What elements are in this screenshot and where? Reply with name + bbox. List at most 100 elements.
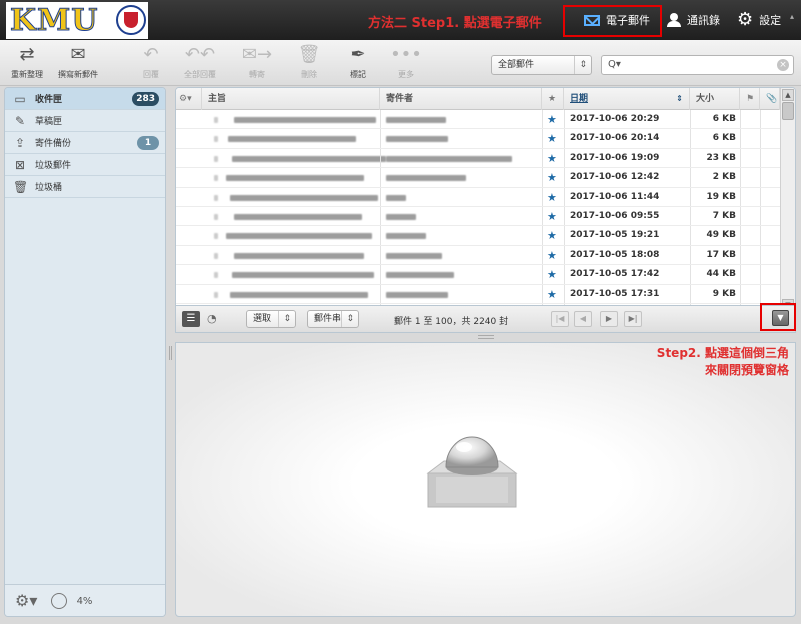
date-cell: 2017-10-06 20:14 <box>570 133 660 144</box>
refresh-button[interactable]: ⇄ 重新整理 <box>2 44 52 80</box>
first-page-icon[interactable]: |◀ <box>551 311 569 327</box>
next-page-icon[interactable]: ▶ <box>600 311 618 327</box>
select-arrows-icon: ⇕ <box>574 56 587 74</box>
select-dropdown[interactable]: 選取 ⇕ <box>246 310 296 328</box>
compose-button[interactable]: ✉ 撰寫新郵件 <box>53 44 103 80</box>
star-icon[interactable]: ★ <box>547 288 557 301</box>
column-divider <box>564 265 565 284</box>
message-list-footer: ☰ ◔ 選取 ⇕ 郵件串 ⇕ 郵件 1 至 100，共 2240 封 |◀ ◀ … <box>175 305 796 333</box>
search-input[interactable]: Q▾ × <box>601 55 794 75</box>
scroll-up-icon[interactable]: ▲ <box>782 89 794 101</box>
column-divider <box>740 148 741 168</box>
size-cell: 7 KB <box>712 210 736 221</box>
reply-button[interactable]: ↶ 回覆 <box>126 44 176 80</box>
unread-dot-icon <box>214 155 218 162</box>
sidebar-footer: ⚙▾ 4% <box>5 584 165 616</box>
from-cell-redacted <box>386 252 442 259</box>
thread-view-icon[interactable]: ◔ <box>207 312 217 325</box>
table-row[interactable]: ★ 2017-10-06 12:42 2 KB <box>176 168 780 188</box>
column-divider <box>760 206 761 226</box>
forward-button[interactable]: ✉→ 轉寄 <box>232 44 282 80</box>
collapse-header-button[interactable]: ▴ <box>790 12 794 21</box>
nav-settings[interactable]: ⚙ 設定 <box>737 11 781 29</box>
folder-junk[interactable]: ⊠ 垃圾郵件 <box>5 154 165 176</box>
subject-cell-redacted <box>232 155 386 162</box>
star-icon[interactable]: ★ <box>547 152 557 165</box>
column-divider <box>380 206 381 226</box>
star-icon[interactable]: ★ <box>547 191 557 204</box>
column-divider <box>760 129 761 148</box>
table-row[interactable]: ★ 2017-10-05 17:42 44 KB <box>176 265 780 285</box>
subject-cell-redacted <box>230 194 378 201</box>
table-row[interactable]: ★ 2017-10-05 17:31 9 KB <box>176 284 780 304</box>
unread-dot-icon <box>214 117 218 123</box>
star-icon[interactable]: ★ <box>547 113 557 126</box>
star-icon[interactable]: ★ <box>547 171 557 184</box>
star-icon[interactable]: ★ <box>547 268 557 281</box>
list-view-icon[interactable]: ☰ <box>182 311 200 327</box>
column-divider <box>542 187 543 206</box>
more-button[interactable]: ••• 更多 <box>381 44 431 80</box>
folder-actions-gear-icon[interactable]: ⚙▾ <box>15 591 37 610</box>
quota-indicator: 4% <box>51 592 92 609</box>
reply-all-button[interactable]: ↶↶ 全部回覆 <box>175 44 225 80</box>
table-row[interactable]: ★ 2017-10-06 11:44 19 KB <box>176 187 780 207</box>
last-page-icon[interactable]: ▶| <box>624 311 642 327</box>
thread-dropdown[interactable]: 郵件串 ⇕ <box>307 310 359 328</box>
column-size[interactable]: 大小 <box>690 88 740 110</box>
table-row[interactable]: ★ 2017-10-06 09:55 7 KB <box>176 206 780 227</box>
star-icon[interactable]: ★ <box>547 132 557 145</box>
nav-mail[interactable]: 電子郵件 <box>584 12 650 28</box>
delete-button[interactable]: 🗑 刪除 <box>284 44 334 80</box>
folder-drafts[interactable]: ✎ 草稿匣 <box>5 110 165 132</box>
folder-inbox[interactable]: ▭ 收件匣 283 <box>5 88 165 110</box>
quota-ring-icon <box>51 592 68 609</box>
star-icon[interactable]: ★ <box>547 229 557 242</box>
column-divider <box>380 187 381 206</box>
trash-icon: 🗑 <box>13 179 29 194</box>
unread-dot-icon <box>214 175 218 182</box>
from-cell-redacted <box>386 194 406 201</box>
folder-trash[interactable]: 🗑 垃圾桶 <box>5 176 165 198</box>
star-icon[interactable]: ★ <box>547 249 557 262</box>
message-list-scrollbar[interactable]: ▲ ▼ <box>780 88 795 312</box>
column-from[interactable]: 寄件者 <box>380 88 542 110</box>
folder-sent[interactable]: ⇪ 寄件備份 1 <box>5 132 165 154</box>
vertical-splitter-handle[interactable] <box>169 346 172 360</box>
pen-icon: ✒ <box>350 44 366 65</box>
prev-page-icon[interactable]: ◀ <box>574 311 592 327</box>
horizontal-splitter-handle[interactable] <box>478 335 494 339</box>
sent-icon: ⇪ <box>14 135 26 150</box>
list-options-gear-icon[interactable]: ⚙▾ <box>176 88 202 110</box>
clear-search-icon[interactable]: × <box>777 59 789 71</box>
table-row[interactable]: ★ 2017-10-05 19:21 49 KB <box>176 226 780 246</box>
table-row[interactable]: ★ 2017-10-06 20:14 6 KB <box>176 129 780 149</box>
unread-dot-icon <box>214 136 218 143</box>
column-divider <box>542 148 543 168</box>
from-cell-redacted <box>386 291 448 298</box>
select-arrows-icon: ⇕ <box>278 311 291 327</box>
column-flag-star-icon[interactable]: ★ <box>542 88 564 110</box>
table-row[interactable]: ★ 2017-10-06 20:29 6 KB <box>176 110 780 130</box>
star-icon[interactable]: ★ <box>547 210 557 223</box>
select-arrows-icon: ⇕ <box>341 311 354 327</box>
empty-mailbox-watermark-icon <box>426 436 518 508</box>
column-attachment-icon[interactable]: 📎 <box>760 88 780 110</box>
column-date[interactable]: 日期 ⇕ <box>564 88 690 110</box>
filter-select-value: 全部郵件 <box>498 60 535 70</box>
date-cell: 2017-10-06 09:55 <box>570 210 660 221</box>
nav-contacts[interactable]: 通訊錄 <box>667 12 720 28</box>
toggle-preview-pane-button[interactable]: ▼ <box>772 310 789 326</box>
column-divider <box>380 284 381 303</box>
table-row[interactable]: ★ 2017-10-06 19:09 23 KB <box>176 148 780 169</box>
filter-select[interactable]: 全部郵件 ⇕ <box>491 55 592 75</box>
table-row[interactable]: ★ 2017-10-05 18:08 17 KB <box>176 245 780 266</box>
size-cell: 49 KB <box>706 230 737 241</box>
column-subject[interactable]: 主旨 <box>202 88 380 110</box>
mark-button[interactable]: ✒ 標記 <box>333 44 383 80</box>
nav-contacts-label: 通訊錄 <box>687 14 720 27</box>
scroll-thumb[interactable] <box>782 102 794 120</box>
from-cell-redacted <box>386 272 454 279</box>
column-flag-icon[interactable]: ⚑ <box>740 88 760 110</box>
unread-dot-icon <box>214 213 218 220</box>
